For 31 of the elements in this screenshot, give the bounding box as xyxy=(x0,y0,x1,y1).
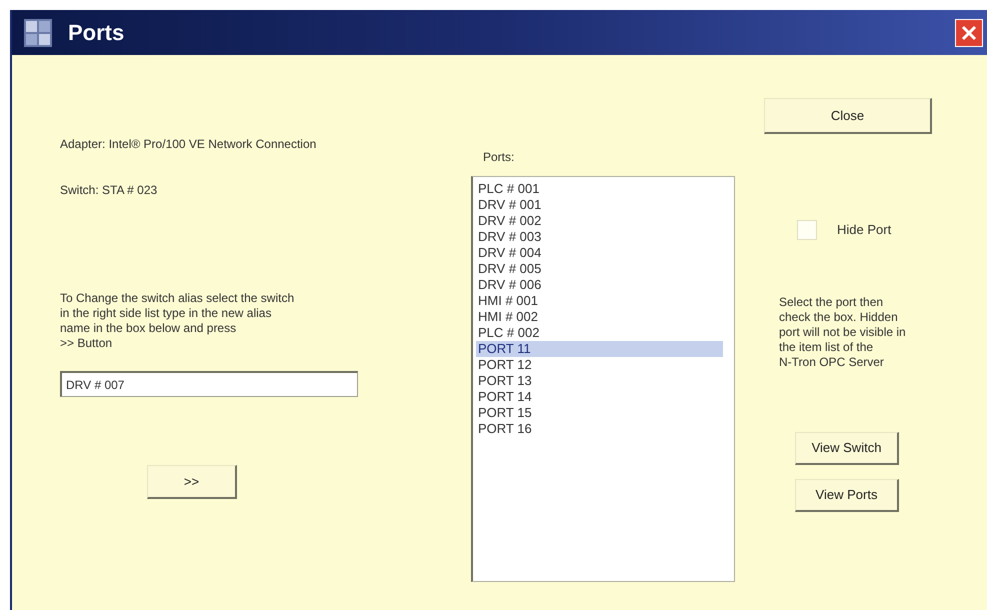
button[interactable]: View Switch xyxy=(795,432,899,465)
port-list-item[interactable]: DRV # 001 xyxy=(476,197,731,213)
port-list-item[interactable]: PORT 15 xyxy=(476,405,731,421)
port-list-item[interactable]: DRV # 003 xyxy=(476,229,731,245)
port-list-item[interactable]: PORT 16 xyxy=(476,421,731,437)
adapter-label: Adapter: Intel® Pro/100 VE Network Connection xyxy=(60,136,318,153)
port-list-item[interactable]: PORT 13 xyxy=(476,373,731,389)
hide-port-note: Select the port then check the box. Hidden port will not be visible in the item list of the N-Tron OPC Server xyxy=(779,295,907,370)
port-list-item[interactable]: PLC # 001 xyxy=(476,181,731,197)
instructions-text: To Change the switch alias select the switch in the right side list type in the new alias name in the box below and press >> Button xyxy=(60,291,296,351)
port-list-item[interactable]: DRV # 006 xyxy=(476,277,731,293)
button[interactable]: >> xyxy=(147,465,237,499)
port-list-item[interactable]: DRV # 005 xyxy=(476,261,731,277)
hide-port-checkbox[interactable] xyxy=(797,220,817,240)
close-icon[interactable] xyxy=(955,18,983,46)
ports-label: Ports: xyxy=(483,149,516,166)
port-list-item[interactable]: DRV # 002 xyxy=(476,213,731,229)
switch-label: Switch: STA # 023 xyxy=(60,182,158,199)
grid-icon xyxy=(24,18,52,46)
port-list-item[interactable]: PORT 12 xyxy=(476,357,731,373)
port-list-item[interactable]: DRV # 004 xyxy=(476,245,731,261)
hide-port-label: Hide Port xyxy=(837,221,892,240)
button[interactable]: View Ports xyxy=(795,479,899,512)
port-list-item[interactable]: PORT 14 xyxy=(476,389,731,405)
port-list-item[interactable]: PORT 11 xyxy=(476,341,723,357)
port-list-item[interactable]: HMI # 002 xyxy=(476,309,731,325)
port-list-item[interactable]: HMI # 001 xyxy=(476,293,731,309)
window-title: Ports xyxy=(68,19,124,47)
alias-input-field[interactable]: DRV # 007 xyxy=(60,371,358,397)
port-list-item[interactable]: PLC # 002 xyxy=(476,325,731,341)
button[interactable]: Close xyxy=(764,98,932,134)
